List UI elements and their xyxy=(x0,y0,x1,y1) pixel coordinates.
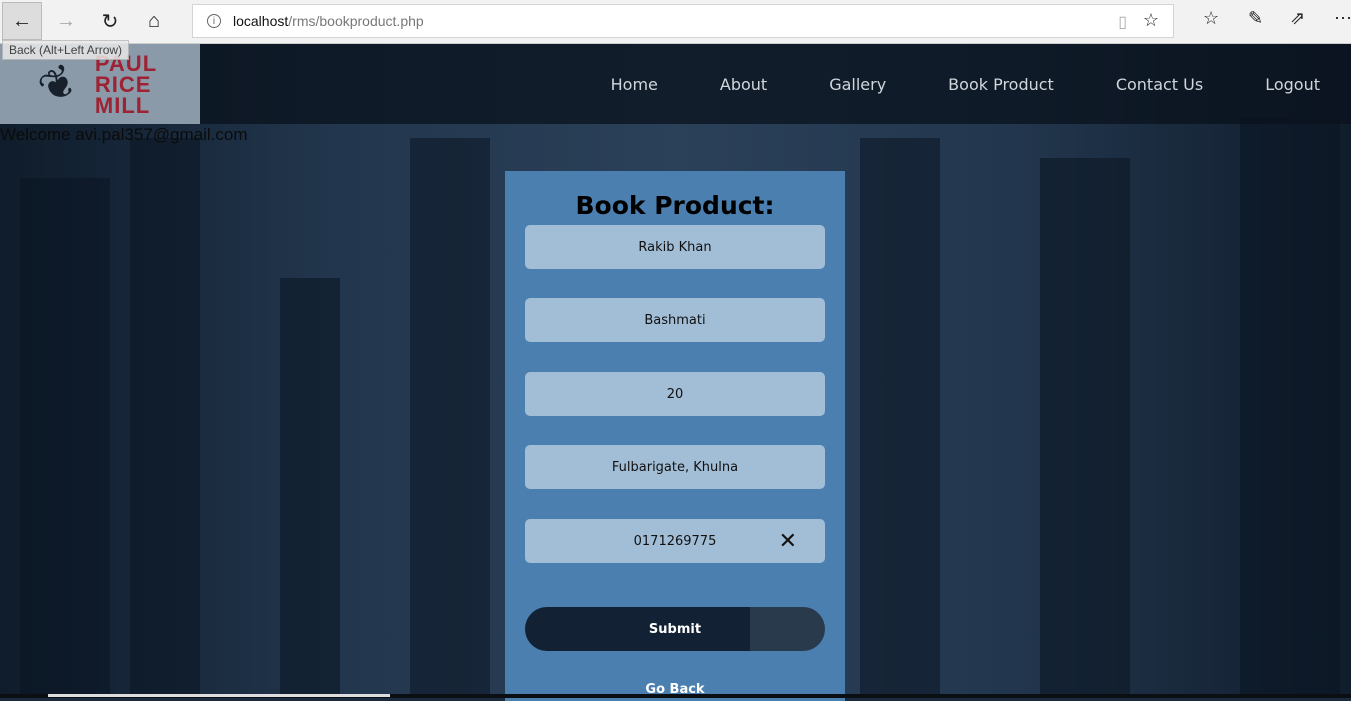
address-bar[interactable]: i localhost/rms/bookproduct.php ▯ ☆ xyxy=(192,4,1174,38)
back-tooltip: Back (Alt+Left Arrow) xyxy=(2,40,130,60)
refresh-button[interactable]: ↻ xyxy=(90,2,130,40)
nav-about[interactable]: About xyxy=(720,75,767,94)
scrollbar[interactable] xyxy=(48,694,390,697)
share-icon[interactable]: ⇗ xyxy=(1290,8,1305,29)
logo-text: PAUL RICE MILL xyxy=(94,50,158,118)
browser-toolbar: ← → ↻ ⌂ i localhost/rms/bookproduct.php … xyxy=(0,0,1351,44)
phone-value: 0171269775 xyxy=(633,533,717,549)
pen-icon[interactable]: ✎ xyxy=(1248,8,1263,29)
page-background: ❦ PAUL RICE MILL Home About Gallery Book P… xyxy=(0,44,1351,701)
nav-gallery[interactable]: Gallery xyxy=(829,75,886,94)
nav-logout[interactable]: Logout xyxy=(1265,75,1320,94)
book-product-form: Book Product: Rakib Khan Bashmati 20 Ful… xyxy=(505,171,845,701)
bottom-bar xyxy=(0,694,1351,698)
main-menu: Home About Gallery Book Product Contact … xyxy=(580,44,1351,124)
back-button[interactable]: ← xyxy=(2,2,42,40)
favorites-list-icon[interactable]: ☆ xyxy=(1203,8,1219,29)
home-button[interactable]: ⌂ xyxy=(134,2,174,40)
nav-home[interactable]: Home xyxy=(611,75,658,94)
forward-button[interactable]: → xyxy=(46,2,86,40)
navbar: ❦ PAUL RICE MILL Home About Gallery Book P… xyxy=(0,44,1351,124)
welcome-text: Welcome avi.pal357@gmail.com xyxy=(0,125,248,144)
form-title: Book Product: xyxy=(575,191,775,220)
url-path: /rms/bookproduct.php xyxy=(288,13,424,29)
info-icon[interactable]: i xyxy=(207,14,221,28)
product-input[interactable]: Bashmati xyxy=(525,298,825,342)
quantity-input[interactable]: 20 xyxy=(525,372,825,416)
favorite-star-icon[interactable]: ☆ xyxy=(1143,10,1159,31)
clear-icon[interactable]: ✕ xyxy=(779,529,797,554)
url-host: localhost xyxy=(233,13,289,29)
reading-view-icon[interactable]: ▯ xyxy=(1118,12,1127,32)
nav-contact-us[interactable]: Contact Us xyxy=(1116,75,1203,94)
name-input[interactable]: Rakib Khan xyxy=(525,225,825,269)
phone-input[interactable]: 0171269775 ✕ xyxy=(525,519,825,563)
wheat-leaf-icon: ❦ xyxy=(30,53,87,115)
more-icon[interactable]: ⋯ xyxy=(1334,8,1351,29)
submit-button[interactable]: Submit xyxy=(525,607,825,651)
address-input[interactable]: Fulbarigate, Khulna xyxy=(525,445,825,489)
nav-book-product[interactable]: Book Product xyxy=(948,75,1054,94)
